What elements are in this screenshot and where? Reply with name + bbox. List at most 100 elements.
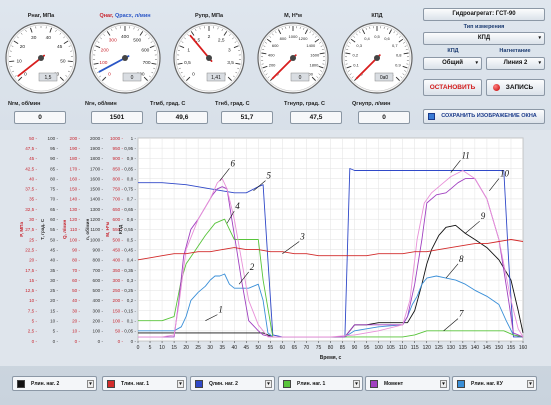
y-tick-label: 1100 - (90, 227, 103, 232)
legend-swatch (457, 380, 465, 388)
y-tick-label: 37,5 - (25, 187, 37, 192)
y-tick-label: 200 - (70, 136, 81, 141)
annotation-label: 8 (459, 254, 464, 264)
gauge-tick-label: 300 (109, 38, 117, 44)
legend-label: Рлин. наг. 1 (297, 381, 326, 387)
kpd-select[interactable]: Общий ▾ (423, 57, 482, 70)
y-tick-label: 20 - (29, 258, 37, 263)
y-tick-label: 700 - (93, 268, 104, 273)
gauge-3: Pупр, МПа00,511,522,533,541,41 (171, 4, 247, 96)
y-axis-label: n, об/мин (84, 218, 90, 240)
y-tick-label: 350 - (113, 268, 124, 273)
record-label: ЗАПИСЬ (505, 84, 534, 91)
y-tick-label: 100 - (93, 329, 104, 334)
legend-label: Момент (384, 381, 404, 387)
gauge-tick-label: 0,8 (396, 52, 402, 57)
y-tick-label: 50 - (72, 288, 80, 293)
gauge-readout: 1,41 (211, 75, 221, 81)
stop-button[interactable]: ОСТАНОВИТЬ (423, 79, 482, 96)
y-tick-label: 0,1 - (127, 319, 137, 324)
legend-select[interactable]: Рлин. наг. 2 ▾ (12, 376, 97, 391)
y-tick-label: 0 - (32, 339, 38, 344)
y-tick-label: 75 - (50, 187, 58, 192)
gauge-readout: 0 (299, 75, 302, 81)
y-tick-label: 20 - (50, 298, 58, 303)
y-tick-label: 120 - (70, 217, 81, 222)
y-tick-label: 17,5 - (25, 268, 37, 273)
legend-select[interactable]: Qлин. наг. 2 ▾ (190, 376, 275, 391)
record-button[interactable]: ЗАПИСЬ (486, 79, 545, 96)
record-icon (493, 84, 500, 91)
gauge-tick-label: 0,1 (353, 63, 359, 68)
y-tick-label: 100 - (113, 319, 124, 324)
gauge-tick-label: 3,5 (227, 60, 234, 66)
y-tick-label: 2,5 - (28, 329, 38, 334)
measure-type-select[interactable]: КПД ▾ (423, 32, 545, 45)
gauge-tick-label: 45 (57, 44, 63, 50)
y-tick-label: 0,3 - (127, 278, 137, 283)
dropdown-arrow-icon: ▾ (538, 60, 541, 66)
gauge-title-text: КПД (371, 13, 383, 19)
y-tick-label: 5 - (53, 329, 59, 334)
y-tick-label: 200 - (113, 298, 124, 303)
gauge-hub (122, 55, 128, 61)
gauge-tick-label: 0,4 (364, 36, 370, 41)
gauge-tick-label: 1400 (306, 43, 316, 48)
x-tick-label: 25 (195, 345, 201, 351)
y-tick-label: 2000 - (90, 136, 103, 141)
legend-swatch (370, 380, 378, 388)
y-tick-label: 65 - (50, 207, 58, 212)
gauge-tick-label: 2,5 (218, 38, 225, 44)
legend-select[interactable]: Tлин. наг. 1 ▾ (102, 376, 187, 391)
gauge-tick-label: 200 (101, 47, 109, 53)
y-tick-label: 45 - (29, 156, 37, 161)
legend-select[interactable]: Момент ▾ (365, 376, 450, 391)
y-tick-label: 750 - (113, 187, 124, 192)
y-tick-label: 0,6 - (127, 217, 137, 222)
y-tick-label: 1400 - (90, 197, 103, 202)
gauge-tick-label: 3 (228, 47, 231, 53)
gauge-4: M, Н*м0200400600800100012001400160018002… (255, 4, 331, 96)
y-tick-label: 0,65 - (124, 207, 136, 212)
y-tick-label: 1200 - (90, 217, 103, 222)
x-tick-label: 45 (244, 345, 250, 351)
y-tick-label: 10 - (50, 319, 58, 324)
legend-select[interactable]: Рлин. наг. КУ ▾ (452, 376, 537, 391)
dropdown-arrow-icon: ▾ (353, 380, 360, 388)
gauge-tick-label: 100 (99, 60, 107, 66)
y-tick-label: 1300 - (90, 207, 103, 212)
annotation-label: 10 (500, 169, 510, 179)
gauge-tick-label: 700 (143, 60, 151, 66)
dropdown-arrow-icon: ▾ (87, 380, 94, 388)
gauge-tick-label: 500 (133, 38, 141, 44)
legend-select[interactable]: Рлин. наг. 1 ▾ (278, 376, 363, 391)
y-tick-label: 150 - (70, 187, 81, 192)
y-tick-label: 700 - (113, 197, 124, 202)
y-tick-label: 30 - (29, 217, 37, 222)
x-tick-label: 35 (219, 345, 225, 351)
y-tick-label: 10 - (29, 298, 37, 303)
gauge-tick-label: 0 (24, 71, 27, 77)
legend-label: Рлин. наг. КУ (471, 381, 503, 387)
save-image-button[interactable]: СОХРАНИТЬ ИЗОБРАЖЕНИЕ ОКНА (423, 109, 545, 124)
readout-label: Tгнб, град. С (215, 101, 250, 107)
annotation-label: 7 (459, 309, 464, 319)
legend-swatch (283, 380, 291, 388)
y-tick-label: 80 - (72, 258, 80, 263)
y-tick-label: 30 - (50, 278, 58, 283)
measure-type-value: КПД (477, 35, 491, 41)
gauge-dial: 00,511,522,533,541,41 (173, 22, 245, 94)
x-tick-label: 60 (280, 345, 286, 351)
x-tick-label: 75 (316, 345, 322, 351)
y-tick-label: 1700 - (90, 166, 103, 171)
y-tick-label: 7,5 - (28, 308, 38, 313)
y-tick-label: 110 - (70, 227, 81, 232)
gauge-title: Qнаг, Qрасх, л/мин (87, 13, 163, 19)
gauge-tick-label: 0 (192, 71, 195, 77)
annotation-label: 11 (461, 150, 469, 160)
load-line-select[interactable]: Линия 2 ▾ (486, 57, 545, 70)
annotation-label: 6 (230, 158, 235, 168)
y-tick-label: 0 - (75, 339, 81, 344)
gauge-tick-label: 30 (31, 35, 37, 41)
y-tick-label: 0,2 - (127, 298, 137, 303)
